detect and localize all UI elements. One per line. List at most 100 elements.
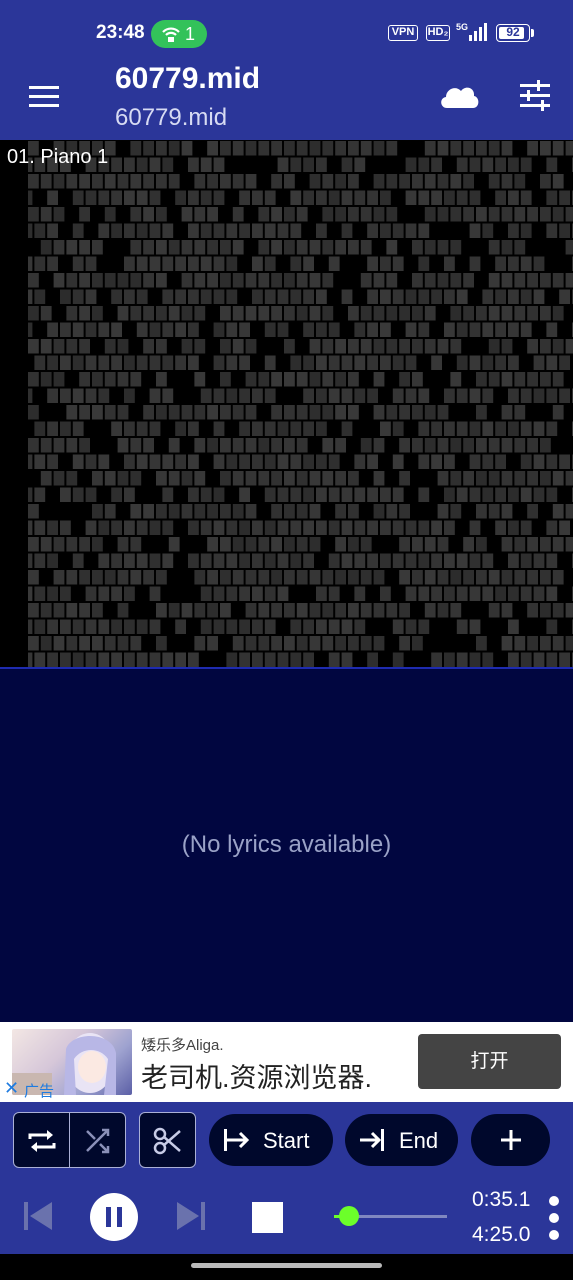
note-cell — [488, 570, 500, 585]
ad-banner[interactable]: 矮乐多Aliga. 老司机.资源浏览器. 打开 ✕ 广告 — [0, 1022, 573, 1102]
note-cell — [85, 190, 97, 205]
note-cell — [34, 619, 46, 634]
note-cell — [418, 454, 430, 469]
more-options-button[interactable] — [544, 1194, 564, 1242]
note-cell — [232, 570, 244, 585]
progress-thumb[interactable] — [339, 1206, 359, 1226]
note-cell — [482, 553, 494, 568]
stop-button[interactable] — [252, 1202, 283, 1233]
note-cell — [53, 372, 65, 387]
note-cell — [450, 273, 462, 288]
jump-start-icon — [224, 1129, 250, 1151]
note-cell — [322, 570, 334, 585]
home-indicator[interactable] — [191, 1263, 382, 1268]
note-cell — [450, 306, 462, 321]
note-cell — [271, 570, 282, 585]
note-cell — [514, 405, 526, 420]
note-cell — [431, 355, 442, 370]
note-cell — [28, 273, 39, 288]
note-cell — [226, 322, 238, 337]
note-cell — [194, 240, 206, 255]
note-cell — [360, 570, 372, 585]
note-cell — [47, 652, 58, 667]
note-cell — [162, 652, 174, 667]
note-cell — [28, 619, 33, 634]
note-cell — [194, 504, 206, 519]
cloud-button[interactable] — [436, 76, 482, 116]
progress-bar[interactable] — [334, 1206, 447, 1226]
note-cell — [424, 537, 436, 552]
note-cell — [552, 174, 564, 189]
note-cell — [546, 454, 558, 469]
loop-end-button[interactable]: End — [345, 1114, 458, 1166]
note-cell — [552, 306, 564, 321]
note-cell — [220, 141, 231, 156]
previous-button[interactable] — [20, 1198, 56, 1234]
ad-open-button[interactable]: 打开 — [418, 1034, 561, 1089]
settings-button[interactable] — [514, 76, 556, 116]
note-cell — [469, 553, 481, 568]
note-cell — [469, 421, 481, 436]
add-button[interactable] — [471, 1114, 550, 1166]
cut-button[interactable] — [139, 1112, 196, 1168]
note-cell — [85, 586, 97, 601]
note-cell — [552, 339, 564, 354]
note-cell — [277, 553, 289, 568]
note-cell — [540, 537, 551, 552]
note-cell — [290, 190, 302, 205]
note-cell — [456, 652, 468, 667]
note-cell — [264, 586, 276, 601]
note-cell — [290, 553, 302, 568]
track-roll[interactable]: 01. Piano 1 — [0, 140, 573, 668]
note-cell — [79, 273, 90, 288]
note-cell — [47, 553, 58, 568]
note-cell — [175, 619, 186, 634]
note-cell — [162, 322, 174, 337]
note-cell — [188, 520, 199, 535]
note-cell — [373, 306, 385, 321]
note-cell — [220, 306, 231, 321]
note-cell — [252, 652, 263, 667]
note-cell — [392, 223, 404, 238]
note-cell — [104, 372, 116, 387]
loop-start-button[interactable]: Start — [209, 1114, 333, 1166]
shuffle-button[interactable] — [70, 1113, 125, 1167]
note-cell — [348, 240, 359, 255]
note-cell — [130, 471, 142, 486]
note-cell — [66, 174, 78, 189]
note-cell — [360, 141, 372, 156]
note-cell — [501, 504, 513, 519]
note-cell — [354, 520, 366, 535]
note-cell — [284, 273, 295, 288]
note-cell — [520, 223, 532, 238]
note-cell — [207, 273, 218, 288]
note-cell — [418, 157, 430, 172]
note-cell — [149, 586, 161, 601]
ad-close-icon[interactable]: ✕ — [4, 1078, 19, 1098]
note-cell — [296, 405, 308, 420]
note-cell — [136, 223, 148, 238]
note-cell — [149, 619, 161, 634]
note-cell — [373, 174, 385, 189]
note-cell — [213, 289, 225, 304]
note-cell — [239, 553, 250, 568]
menu-button[interactable] — [24, 74, 68, 118]
note-cell — [450, 207, 462, 222]
note-cell — [367, 322, 378, 337]
file-title: 60779.mid — [115, 62, 261, 95]
note-cell — [98, 520, 110, 535]
note-cell — [444, 454, 455, 469]
note-cell — [303, 520, 314, 535]
note-cell — [111, 520, 122, 535]
note-cell — [28, 454, 33, 469]
repeat-button[interactable] — [14, 1113, 70, 1167]
note-cell — [399, 339, 410, 354]
note-cell — [72, 388, 84, 403]
pause-button[interactable] — [90, 1193, 138, 1241]
note-cell — [476, 438, 487, 453]
note-cell — [501, 306, 513, 321]
next-button[interactable] — [173, 1198, 209, 1234]
note-cell — [136, 157, 148, 172]
note-cell — [296, 207, 308, 222]
note-grid — [28, 141, 573, 667]
